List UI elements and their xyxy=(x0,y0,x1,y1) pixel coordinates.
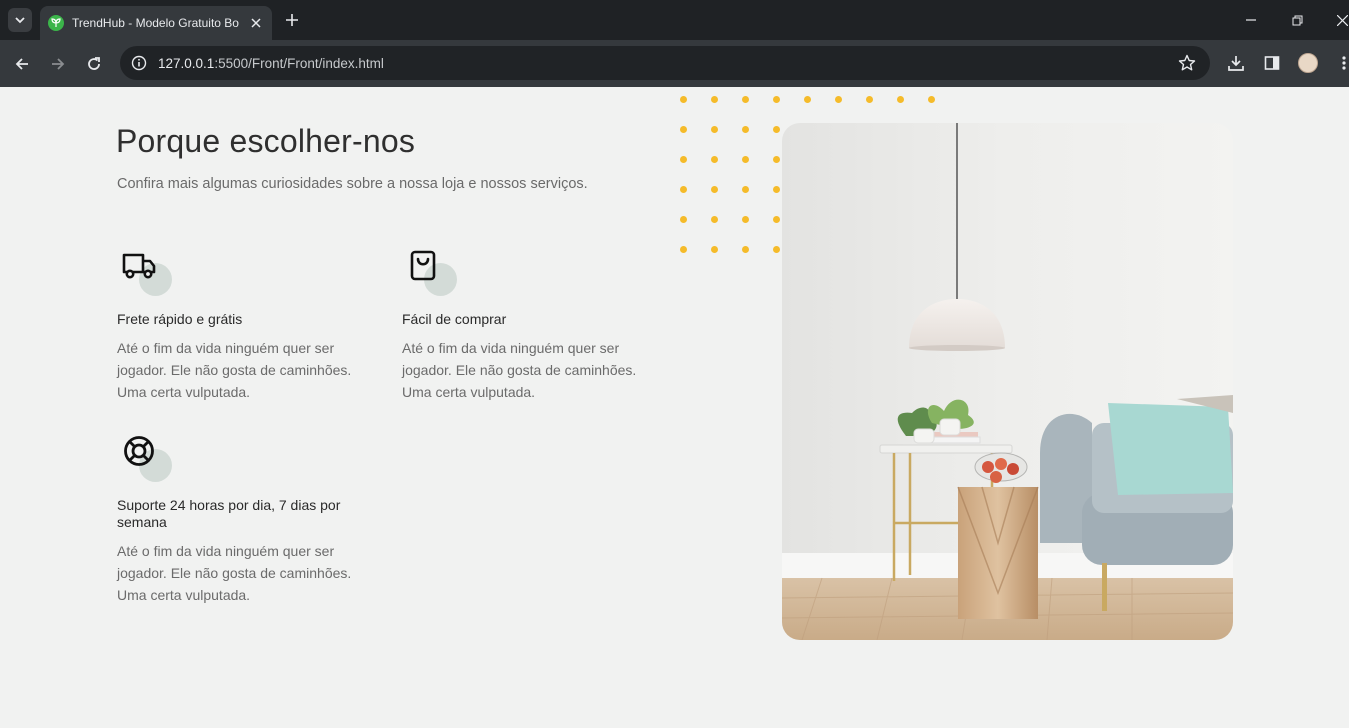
feature-title: Suporte 24 horas por dia, 7 dias por sem… xyxy=(117,497,341,530)
decorative-dot xyxy=(680,246,687,253)
decorative-dot xyxy=(773,126,780,133)
arrow-right-icon xyxy=(52,58,65,70)
browser-tab[interactable]: TrendHub - Modelo Gratuito Bo xyxy=(40,6,272,40)
plus-icon xyxy=(286,14,298,26)
decorative-dot xyxy=(680,216,687,223)
back-button[interactable] xyxy=(10,52,34,76)
feature-description: Até o fim da vida ninguém quer ser jogad… xyxy=(402,340,637,400)
tab-close-button[interactable] xyxy=(248,15,264,31)
decorative-dot xyxy=(773,96,780,103)
info-icon[interactable] xyxy=(130,54,148,72)
decorative-dot xyxy=(680,96,687,103)
minimize-button[interactable] xyxy=(1241,10,1261,30)
star-icon[interactable] xyxy=(1178,54,1196,72)
decorative-dot xyxy=(773,246,780,253)
close-window-button[interactable] xyxy=(1332,10,1349,30)
download-icon xyxy=(1228,56,1244,71)
tab-search-button[interactable] xyxy=(8,8,32,32)
section-subtitle: Confira mais algumas curiosidades sobre … xyxy=(117,176,588,192)
decorative-dot xyxy=(742,126,749,133)
leaf-icon xyxy=(48,15,64,31)
decorative-dot xyxy=(835,96,842,103)
close-icon xyxy=(1336,14,1348,26)
arrow-left-icon xyxy=(15,58,28,70)
decorative-dot xyxy=(711,96,718,103)
decorative-dot xyxy=(680,186,687,193)
address-bar[interactable]: 127.0.0.1:5500/Front/Front/index.html xyxy=(120,46,1210,80)
decorative-dot xyxy=(742,246,749,253)
feature-item: Fácil de comprar Até o fim da vida ningu… xyxy=(402,247,662,403)
side-panel-icon xyxy=(1264,56,1280,70)
url-path: :5500/Front/Front/index.html xyxy=(214,55,384,71)
feature-item: Frete rápido e grátis Até o fim da vida … xyxy=(117,247,377,403)
feature-title: Frete rápido e grátis xyxy=(117,311,243,327)
decorative-dot xyxy=(742,156,749,163)
restore-button[interactable] xyxy=(1287,10,1307,30)
decorative-dot xyxy=(742,96,749,103)
avatar xyxy=(1298,53,1318,73)
reload-button[interactable] xyxy=(82,52,106,76)
decorative-dot xyxy=(711,186,718,193)
decorative-dot xyxy=(897,96,904,103)
kebab-menu-icon xyxy=(1342,56,1346,70)
browser-toolbar: 127.0.0.1:5500/Front/Front/index.html xyxy=(0,40,1349,87)
tab-title: TrendHub - Modelo Gratuito Bo xyxy=(72,16,239,30)
section-title: Porque escolher-nos xyxy=(116,123,416,159)
decorative-dot xyxy=(711,216,718,223)
decorative-dot xyxy=(742,186,749,193)
chevron-down-icon xyxy=(15,17,25,24)
decorative-dot xyxy=(928,96,935,103)
feature-description: Até o fim da vida ninguém quer ser jogad… xyxy=(117,543,352,603)
minimize-icon xyxy=(1246,19,1256,21)
feature-description: Até o fim da vida ninguém quer ser jogad… xyxy=(117,340,352,400)
decorative-dot xyxy=(773,216,780,223)
close-icon xyxy=(251,18,261,28)
url-host: 127.0.0.1 xyxy=(158,55,215,71)
download-button[interactable] xyxy=(1225,52,1247,74)
feature-item: Suporte 24 horas por dia, 7 dias por sem… xyxy=(117,433,377,606)
menu-button[interactable] xyxy=(1333,52,1349,74)
reload-icon xyxy=(88,57,100,70)
decorative-dot xyxy=(773,156,780,163)
browser-tab-bar: TrendHub - Modelo Gratuito Bo xyxy=(0,0,1349,40)
forward-button[interactable] xyxy=(46,52,70,76)
shopping-bag-icon xyxy=(410,250,436,281)
profile-button[interactable] xyxy=(1297,52,1319,74)
new-tab-button[interactable] xyxy=(282,10,302,30)
why-choose-us-section: Porque escolher-nos Confira mais algumas… xyxy=(0,87,1349,728)
decorative-dot xyxy=(711,156,718,163)
lifebuoy-icon xyxy=(124,436,154,466)
decorative-dot xyxy=(711,126,718,133)
decorative-dot xyxy=(711,246,718,253)
decorative-dot xyxy=(680,156,687,163)
url-text: 127.0.0.1:5500/Front/Front/index.html xyxy=(158,56,384,71)
decorative-dot xyxy=(804,96,811,103)
feature-title: Fácil de comprar xyxy=(402,311,507,327)
living-room-photo xyxy=(782,123,1233,640)
decorative-dot xyxy=(773,186,780,193)
decorative-dot xyxy=(680,126,687,133)
decorative-dot xyxy=(866,96,873,103)
decorative-dot xyxy=(742,216,749,223)
side-panel-button[interactable] xyxy=(1261,52,1283,74)
restore-icon xyxy=(1292,15,1302,25)
truck-icon xyxy=(122,253,156,279)
